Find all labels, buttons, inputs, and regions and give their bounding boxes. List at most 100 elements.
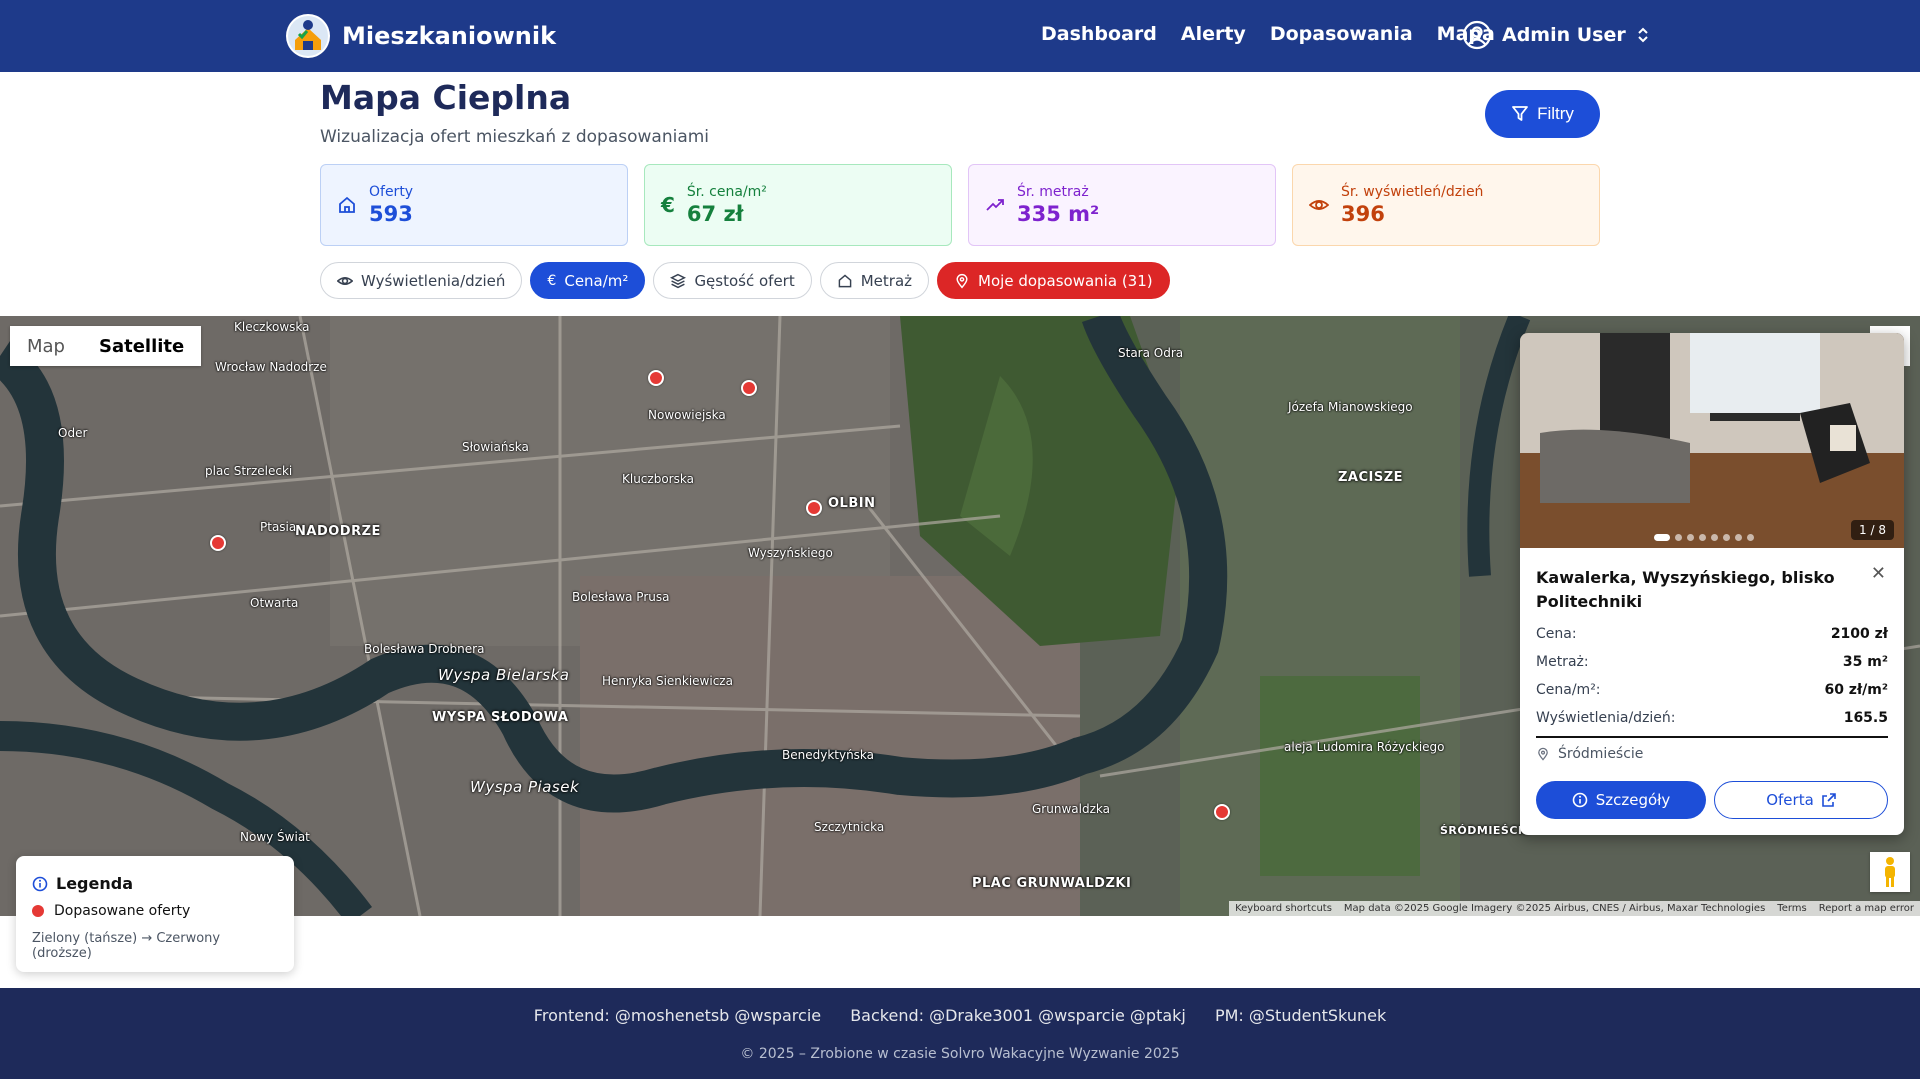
info-icon xyxy=(32,876,48,891)
eye-icon xyxy=(337,276,353,285)
map-type-satellite[interactable]: Satellite xyxy=(82,326,201,366)
footer-copyright: © 2025 – Zrobione w czasie Solvro Wakacy… xyxy=(740,1046,1180,1062)
street-label: Oder xyxy=(58,426,88,440)
street-label: Wyszyńskiego xyxy=(748,546,833,560)
location-text: Śródmieście xyxy=(1558,746,1644,762)
match-marker[interactable] xyxy=(1214,804,1230,820)
brand[interactable]: Mieszkaniownik xyxy=(286,14,556,58)
stat-card-area: Śr. metraż 335 m² xyxy=(968,164,1276,246)
stat-value: 396 xyxy=(1341,202,1385,226)
legend-title: Legenda xyxy=(56,874,133,893)
toggle-density[interactable]: Gęstość ofert xyxy=(653,262,812,299)
match-marker[interactable] xyxy=(210,535,226,551)
nav-dopasowania[interactable]: Dopasowania xyxy=(1270,23,1413,45)
filters-button[interactable]: Filtry xyxy=(1485,90,1600,138)
top-nav: Mieszkaniownik Dashboard Alerty Dopasowa… xyxy=(0,0,1920,72)
close-icon[interactable]: ✕ xyxy=(1871,563,1886,584)
row-value: 60 zł/m² xyxy=(1824,682,1888,698)
street-label: plac Strzelecki xyxy=(205,464,293,478)
street-label: Otwarta xyxy=(250,596,299,610)
match-marker[interactable] xyxy=(741,380,757,396)
user-menu[interactable]: Admin User xyxy=(1462,20,1650,50)
details-button[interactable]: Szczegóły xyxy=(1536,781,1706,819)
stat-card-offers: Oferty 593 xyxy=(320,164,628,246)
toggle-label: Metraż xyxy=(860,271,913,290)
legend-dot xyxy=(32,905,44,917)
map-attribution: Keyboard shortcuts Map data ©2025 Google… xyxy=(1229,901,1920,916)
euro-icon: € xyxy=(547,272,557,289)
toggle-label: Moje dopasowania (31) xyxy=(978,271,1153,290)
user-circle-icon xyxy=(1462,20,1492,50)
stat-card-price-per-m2: € Śr. cena/m² 67 zł xyxy=(644,164,952,246)
chevron-up-down-icon xyxy=(1638,27,1648,43)
listing-location: Śródmieście xyxy=(1536,746,1643,762)
toggle-label: Cena/m² xyxy=(564,271,629,290)
legend-note: Zielony (tańsze) → Czerwony (droższe) xyxy=(32,931,221,961)
toggle-area[interactable]: Metraż xyxy=(819,262,930,299)
trend-up-icon xyxy=(986,199,1004,211)
filters-label: Filtry xyxy=(1537,104,1574,123)
street-label: Grunwaldzka xyxy=(1032,802,1110,816)
legend-item: Dopasowane oferty xyxy=(54,903,191,919)
offer-button[interactable]: Oferta xyxy=(1714,781,1888,819)
pegman-icon[interactable] xyxy=(1870,852,1910,892)
row-key: Metraż: xyxy=(1536,654,1589,670)
street-label: Nowy Świat xyxy=(240,830,310,844)
map-label-district: PLAC GRUNWALDZKI xyxy=(972,876,1132,891)
toggle-label: Wyświetlenia/dzień xyxy=(361,271,506,290)
row-key: Wyświetlenia/dzień: xyxy=(1536,710,1676,726)
stat-card-views: Śr. wyświetleń/dzień 396 xyxy=(1292,164,1600,246)
brand-name: Mieszkaniownik xyxy=(342,22,557,50)
street-label: Bolesława Prusa xyxy=(572,590,670,604)
map-label-island: Wyspa Piasek xyxy=(470,778,580,796)
toggle-my-matches[interactable]: Moje dopasowania (31) xyxy=(937,262,1170,299)
stat-value: 593 xyxy=(369,202,413,226)
stat-value: 335 m² xyxy=(1017,202,1100,226)
filter-icon xyxy=(1512,106,1528,121)
map-data-text: Map data ©2025 Google Imagery ©2025 Airb… xyxy=(1343,903,1766,914)
nav-alerty[interactable]: Alerty xyxy=(1181,23,1246,45)
listing-row-area: Metraż: 35 m² xyxy=(1536,654,1888,670)
credit-pm: PM: @StudentSkunek xyxy=(1214,1006,1387,1025)
footer: Frontend: @moshenetsb @wsparcie Backend:… xyxy=(0,988,1920,1079)
toggle-label: Gęstość ofert xyxy=(694,271,795,290)
user-name: Admin User xyxy=(1502,24,1626,46)
toggle-views[interactable]: Wyświetlenia/dzień xyxy=(320,262,523,299)
terms-link[interactable]: Terms xyxy=(1777,903,1806,914)
street-label: Kluczborska xyxy=(622,472,694,486)
home-icon xyxy=(838,273,852,287)
street-label: Kleczkowska xyxy=(234,320,310,334)
map-label-district: ŚRÓDMIEŚCIE xyxy=(1440,824,1531,837)
map-pin-icon xyxy=(956,273,968,289)
nav-dashboard[interactable]: Dashboard xyxy=(1041,23,1157,45)
street-label: Stara Odra xyxy=(1118,346,1184,360)
page-subtitle: Wizualizacja ofert mieszkań z dopasowani… xyxy=(320,127,710,147)
row-key: Cena: xyxy=(1536,626,1577,642)
listing-title: Kawalerka, Wyszyńskiego, blisko Politech… xyxy=(1536,568,1835,611)
keyboard-shortcuts-link[interactable]: Keyboard shortcuts xyxy=(1235,903,1332,914)
info-icon xyxy=(1572,792,1588,808)
street-label: Szczytnicka xyxy=(814,820,885,834)
map-legend: Legenda Dopasowane oferty Zielony (tańsz… xyxy=(16,856,294,972)
listing-photo[interactable]: 1 / 8 xyxy=(1520,333,1904,548)
stat-label: Śr. metraż xyxy=(1017,184,1089,200)
row-value: 2100 zł xyxy=(1830,626,1888,642)
match-marker[interactable] xyxy=(806,500,822,516)
match-marker[interactable] xyxy=(648,370,664,386)
street-label: Benedyktyńska xyxy=(782,748,875,762)
report-error-link[interactable]: Report a map error xyxy=(1819,903,1914,914)
listing-row-views: Wyświetlenia/dzień: 165.5 xyxy=(1536,710,1888,726)
map-label-district: ZACISZE xyxy=(1338,470,1404,485)
home-icon xyxy=(339,196,355,213)
stat-label: Śr. wyświetleń/dzień xyxy=(1341,184,1484,200)
stat-label: Oferty xyxy=(369,184,414,200)
map-label-island: Wyspa Bielarska xyxy=(438,666,570,684)
map-type-map[interactable]: Map xyxy=(10,326,82,366)
external-link-icon xyxy=(1821,793,1836,807)
layer-toggles: Wyświetlenia/dzień € Cena/m² Gęstość ofe… xyxy=(320,262,1170,299)
page-title: Mapa Cieplna xyxy=(320,78,572,117)
row-value: 165.5 xyxy=(1843,710,1888,726)
toggle-price-per-m2[interactable]: € Cena/m² xyxy=(530,262,646,299)
listing-popup: 1 / 8 Kawalerka, Wyszyńskiego, blisko Po… xyxy=(1520,333,1904,835)
map-label-district: WYSPA SŁODOWA xyxy=(432,710,569,725)
